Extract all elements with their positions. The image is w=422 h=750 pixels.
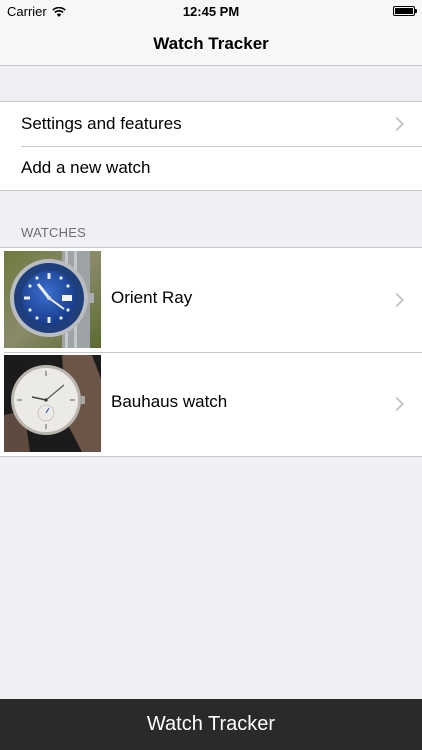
settings-and-features-row[interactable]: Settings and features (0, 102, 422, 146)
watch-row-orient-ray[interactable]: Orient Ray (0, 248, 422, 352)
settings-and-features-label: Settings and features (21, 114, 182, 133)
add-new-watch-label: Add a new watch (21, 158, 151, 177)
bottom-bar-title: Watch Tracker (146, 713, 276, 735)
status-bar: Carrier 12:45 PM (0, 0, 422, 22)
battery-level (395, 8, 413, 14)
watches-section-header: WATCHES (21, 225, 86, 240)
bottom-bar: Watch Tracker (0, 699, 422, 750)
orient-ray-thumbnail (4, 251, 101, 348)
bauhaus-watch-label: Bauhaus watch (111, 392, 228, 411)
menu-group: Settings and features Add a new watch (0, 101, 422, 191)
chevron-right-icon (389, 396, 405, 412)
nav-title: Watch Tracker (153, 34, 269, 53)
watch-row-bauhaus[interactable]: Bauhaus watch (0, 352, 422, 456)
bauhaus-watch-thumbnail (4, 355, 101, 452)
battery-tip (415, 9, 417, 13)
battery-icon (393, 6, 417, 16)
chevron-right-icon (389, 292, 405, 308)
watches-group: Orient Ray Bauhaus watch (0, 247, 422, 457)
chevron-right-icon (389, 116, 405, 132)
navigation-bar: Watch Tracker (0, 22, 422, 66)
add-new-watch-row[interactable]: Add a new watch (0, 146, 422, 190)
status-time: 12:45 PM (182, 4, 240, 19)
orient-ray-label: Orient Ray (111, 288, 193, 307)
